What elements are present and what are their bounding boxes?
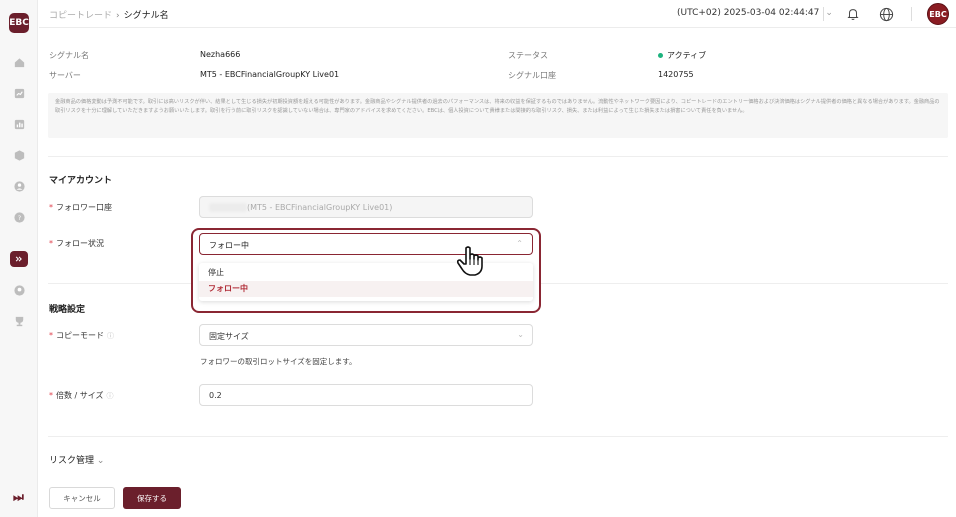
copy-mode-hint: フォロワーの取引ロットサイズを固定します。: [200, 357, 357, 366]
follow-status-label-text: フォロー状況: [56, 239, 104, 248]
cube-icon[interactable]: [12, 148, 26, 162]
multiplier-input[interactable]: 0.2: [199, 384, 533, 406]
chevron-down-icon: ⌄: [517, 330, 524, 339]
app-logo[interactable]: EBC: [9, 13, 29, 33]
status-dot-icon: [658, 53, 663, 58]
required-mark: *: [49, 203, 53, 212]
signal-account-value: 1420755: [658, 70, 694, 79]
risk-disclaimer: 金融商品の価格変動は予測不可能です。取引には高いリスクが伴い、結果として生じる損…: [48, 93, 948, 138]
signal-account-label: シグナル口座: [508, 71, 556, 80]
copy-mode-label: * コピーモード ⓘ: [49, 330, 114, 341]
copy-trade-icon[interactable]: [10, 251, 28, 267]
risk-management-toggle[interactable]: リスク管理 ⌄: [49, 453, 104, 466]
divider: [911, 7, 912, 21]
status-value: アクティブ: [667, 51, 707, 60]
cancel-button[interactable]: キャンセル: [49, 487, 115, 509]
topbar: コピートレード › シグナル名 (UTC+02) 2025-03-04 02:44:…: [39, 0, 956, 28]
divider: [823, 7, 824, 21]
status-label: ステータス: [508, 51, 548, 60]
globe-icon[interactable]: [877, 5, 895, 23]
clock-text: (UTC+02) 2025-03-04 02:44:47: [677, 8, 820, 18]
timezone-clock[interactable]: (UTC+02) 2025-03-04 02:44:47 ⌄: [677, 8, 833, 18]
multiplier-value: 0.2: [209, 391, 222, 400]
avatar[interactable]: EBC: [927, 3, 949, 25]
save-button[interactable]: 保存する: [123, 487, 181, 509]
profile-icon[interactable]: [12, 283, 26, 297]
breadcrumb: コピートレード › シグナル名: [49, 8, 169, 21]
strategy-title: 戦略設定: [49, 305, 86, 315]
multiplier-label: * 倍数 / サイズ ⓘ: [49, 390, 114, 401]
follower-account-label: * フォロワー口座: [49, 202, 112, 213]
required-mark: *: [49, 331, 53, 340]
follow-status-label: * フォロー状況: [49, 238, 104, 249]
server-value: MT5 - EBCFinancialGroupKY Live01: [200, 70, 340, 79]
user-icon[interactable]: [12, 179, 26, 193]
signal-name-label: シグナル名: [49, 51, 89, 60]
help-icon[interactable]: ?: [12, 210, 26, 224]
logo-text: EBC: [9, 18, 29, 28]
copy-mode-value: 固定サイズ: [209, 332, 249, 341]
chevron-down-icon: ⌄: [825, 8, 833, 18]
divider: [541, 283, 948, 284]
breadcrumb-current: シグナル名: [123, 11, 169, 21]
follower-account-label-text: フォロワー口座: [56, 203, 112, 212]
server-label: サーバー: [49, 71, 81, 80]
info-icon[interactable]: ⓘ: [107, 392, 114, 400]
multiplier-label-text: 倍数 / サイズ: [56, 391, 104, 400]
divider: [48, 283, 191, 284]
option-following[interactable]: フォロー中: [199, 281, 533, 297]
bell-icon[interactable]: [844, 5, 862, 23]
follower-account-field: (MT5 - EBCFinancialGroupKY Live01): [199, 196, 533, 218]
breadcrumb-parent[interactable]: コピートレード: [49, 11, 112, 21]
home-icon[interactable]: [12, 55, 26, 69]
required-mark: *: [49, 239, 53, 248]
copy-mode-label-text: コピーモード: [56, 331, 104, 340]
svg-text:?: ?: [17, 213, 20, 221]
status-badge: アクティブ: [658, 50, 706, 61]
copy-mode-select[interactable]: 固定サイズ ⌄: [199, 324, 533, 346]
follower-account-value: (MT5 - EBCFinancialGroupKY Live01): [247, 203, 393, 212]
divider: [48, 436, 948, 437]
chart-icon[interactable]: [12, 86, 26, 100]
required-mark: *: [49, 391, 53, 400]
breadcrumb-separator: ›: [116, 11, 120, 21]
collapse-sidebar-icon[interactable]: ⏭: [13, 490, 24, 505]
trophy-icon[interactable]: [12, 314, 26, 328]
masked-account-number: [209, 203, 247, 212]
chevron-down-icon: ⌄: [96, 456, 105, 466]
divider: [48, 156, 948, 157]
my-account-title: マイアカウント: [49, 176, 113, 186]
info-icon[interactable]: ⓘ: [107, 332, 114, 340]
chevron-up-icon: ⌃: [516, 239, 523, 248]
hand-pointer-icon: [455, 245, 485, 277]
sidebar: EBC ? ⏭: [0, 0, 38, 517]
bar-chart-icon[interactable]: [12, 117, 26, 131]
signal-name-value: Nezha666: [200, 50, 241, 59]
risk-title: リスク管理: [49, 456, 95, 466]
follow-status-selected: フォロー中: [209, 241, 249, 250]
